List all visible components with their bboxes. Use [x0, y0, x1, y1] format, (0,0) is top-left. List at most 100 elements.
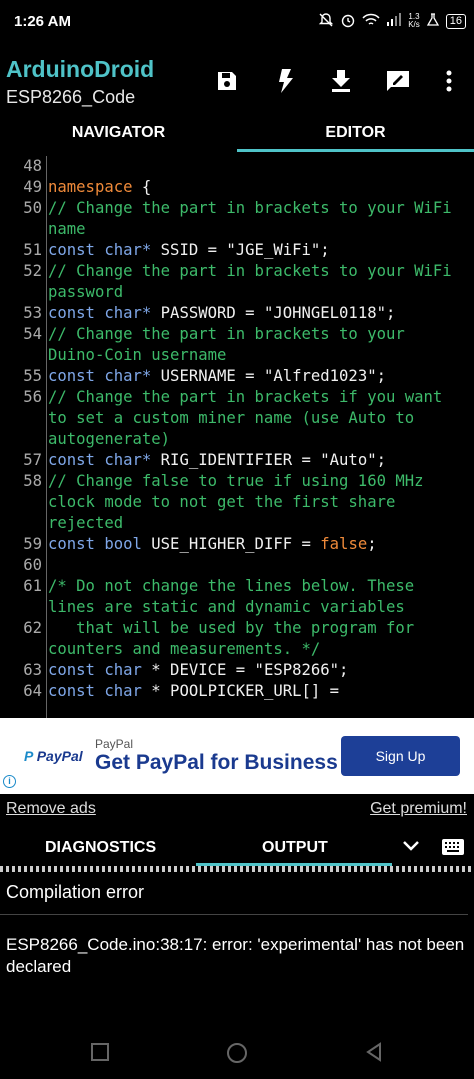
code-token: PASSWORD = "JOHNGEL0118"; [151, 304, 396, 322]
code-token: const char [48, 661, 142, 679]
more-icon[interactable] [434, 66, 464, 96]
edit-icon[interactable] [383, 66, 413, 96]
code-token: SSID = "JGE_WiFi"; [151, 241, 330, 259]
code-token: const char [48, 682, 142, 700]
code-text: namespace { [44, 177, 468, 198]
remove-ads-link[interactable]: Remove ads [6, 800, 96, 818]
lab-icon [426, 12, 440, 30]
code-token: // Change false to true if using 160 MHz… [48, 472, 433, 532]
code-text: // Change false to true if using 160 MHz… [44, 471, 468, 534]
code-token: const char* [48, 304, 152, 322]
line-number: 51 [23, 241, 42, 259]
save-icon[interactable] [212, 66, 242, 96]
line-number: 56 [23, 388, 42, 406]
line-number: 60 [23, 556, 42, 574]
code-text: // Change the part in brackets to your D… [44, 324, 468, 366]
tab-diagnostics[interactable]: DIAGNOSTICS [45, 839, 156, 857]
code-line[interactable]: 63 const char * DEVICE = "ESP8266"; [0, 660, 474, 681]
sketch-name: ESP8266_Code [6, 87, 136, 107]
home-icon[interactable] [226, 1042, 248, 1069]
code-token: // Change the part in brackets to your W… [48, 199, 462, 238]
code-token: // Change the part in brackets to your D… [48, 325, 415, 364]
line-number: 48 [23, 157, 42, 175]
flash-icon[interactable] [270, 66, 300, 96]
code-line[interactable]: 64 const char * POOLPICKER_URL[] = [0, 681, 474, 702]
code-text: const bool USE_HIGHER_DIFF = false; [44, 534, 468, 555]
back-icon[interactable] [364, 1042, 384, 1067]
status-time: 1:26 AM [14, 12, 71, 30]
app-title: ArduinoDroid [6, 56, 155, 82]
tab-navigator[interactable]: NAVIGATOR [0, 118, 237, 152]
paypal-logo: P PayPal [24, 748, 83, 764]
tab-editor[interactable]: EDITOR [237, 118, 474, 152]
output-message: ESP8266_Code.ino:38:17: error: 'experime… [6, 935, 465, 976]
console-tabs: DIAGNOSTICS OUTPUT [0, 830, 474, 866]
code-lines: 48 49 namespace {50 // Change the part in … [0, 156, 474, 702]
code-line[interactable]: 57 const char* RIG_IDENTIFIER = "Auto"; [0, 450, 474, 471]
code-line[interactable]: 62 that will be used by the program for … [0, 618, 474, 660]
code-line[interactable]: 51 const char* SSID = "JGE_WiFi"; [0, 240, 474, 261]
mute-icon [318, 12, 334, 31]
gutter-divider [46, 156, 47, 718]
code-line[interactable]: 52 // Change the part in brackets to your… [0, 261, 474, 303]
wifi-icon [362, 13, 380, 30]
ad-headline[interactable]: Get PayPal for Business [95, 751, 338, 775]
alarm-icon [340, 12, 356, 31]
code-text: that will be used by the program for cou… [44, 618, 468, 660]
output-panel: Compilation error ESP8266_Code.ino:38:17… [0, 872, 474, 1030]
code-token: USE_HIGHER_DIFF = [141, 535, 321, 553]
ad-banner[interactable]: P PayPal PayPal Get PayPal for Business … [0, 718, 474, 794]
code-line[interactable]: 55 const char* USERNAME = "Alfred1023"; [0, 366, 474, 387]
code-token: ; [367, 535, 377, 553]
code-line[interactable]: 61 /* Do not change the lines below. Thes… [0, 576, 474, 618]
code-line[interactable]: 48 [0, 156, 474, 177]
status-bar: 1:26 AM 1.3 K/s 16 [0, 0, 474, 42]
line-number: 63 [23, 661, 42, 679]
code-token: const char* [48, 451, 152, 469]
code-line[interactable]: 59 const bool USE_HIGHER_DIFF = false; [0, 534, 474, 555]
line-number: 50 [23, 199, 42, 217]
app-bar: ArduinoDroid ESP8266_Code [0, 50, 474, 116]
code-line[interactable]: 60 [0, 555, 474, 576]
chevron-down-icon[interactable] [401, 839, 421, 858]
code-text: const char* PASSWORD = "JOHNGEL0118"; [44, 303, 468, 324]
code-token: const char* [48, 241, 152, 259]
code-token: that will be used by the program for cou… [48, 619, 424, 658]
code-token: // Change the part in brackets if you wa… [48, 388, 452, 448]
battery-indicator: 16 [445, 13, 466, 29]
code-text: const char* SSID = "JGE_WiFi"; [44, 240, 468, 261]
line-number: 54 [23, 325, 42, 343]
code-text: const char * POOLPICKER_URL[] = [44, 681, 468, 702]
tab-output[interactable]: OUTPUT [262, 839, 328, 857]
code-line[interactable]: 53 const char* PASSWORD = "JOHNGEL0118"; [0, 303, 474, 324]
ad-info-icon[interactable]: i [3, 775, 16, 788]
code-token: * POOLPICKER_URL[] = [141, 682, 340, 700]
code-line[interactable]: 49 namespace { [0, 177, 474, 198]
line-number: 57 [23, 451, 42, 469]
code-token: /* Do not change the lines below. These … [48, 577, 424, 616]
recents-icon[interactable] [90, 1042, 110, 1067]
keyboard-icon[interactable] [441, 838, 465, 861]
code-line[interactable]: 58 // Change false to true if using 160 M… [0, 471, 474, 534]
ad-signup-button[interactable]: Sign Up [341, 736, 460, 776]
code-token: false [320, 535, 368, 553]
code-line[interactable]: 56 // Change the part in brackets if you … [0, 387, 474, 450]
line-number: 58 [23, 472, 42, 490]
code-editor[interactable]: 48 49 namespace {50 // Change the part in … [0, 156, 474, 718]
line-number: 52 [23, 262, 42, 280]
get-premium-link[interactable]: Get premium! [370, 800, 467, 818]
line-number: 61 [23, 577, 42, 595]
line-number: 55 [23, 367, 42, 385]
download-icon[interactable] [326, 66, 356, 96]
code-text: // Change the part in brackets if you wa… [44, 387, 468, 450]
code-line[interactable]: 54 // Change the part in brackets to your… [0, 324, 474, 366]
line-number: 59 [23, 535, 42, 553]
code-token: RIG_IDENTIFIER = "Auto"; [151, 451, 386, 469]
ad-advertiser: PayPal [95, 737, 134, 751]
code-line[interactable]: 50 // Change the part in brackets to your… [0, 198, 474, 240]
code-text: const char* RIG_IDENTIFIER = "Auto"; [44, 450, 468, 471]
main-tabs: NAVIGATOR EDITOR [0, 118, 474, 152]
code-text: /* Do not change the lines below. These … [44, 576, 468, 618]
